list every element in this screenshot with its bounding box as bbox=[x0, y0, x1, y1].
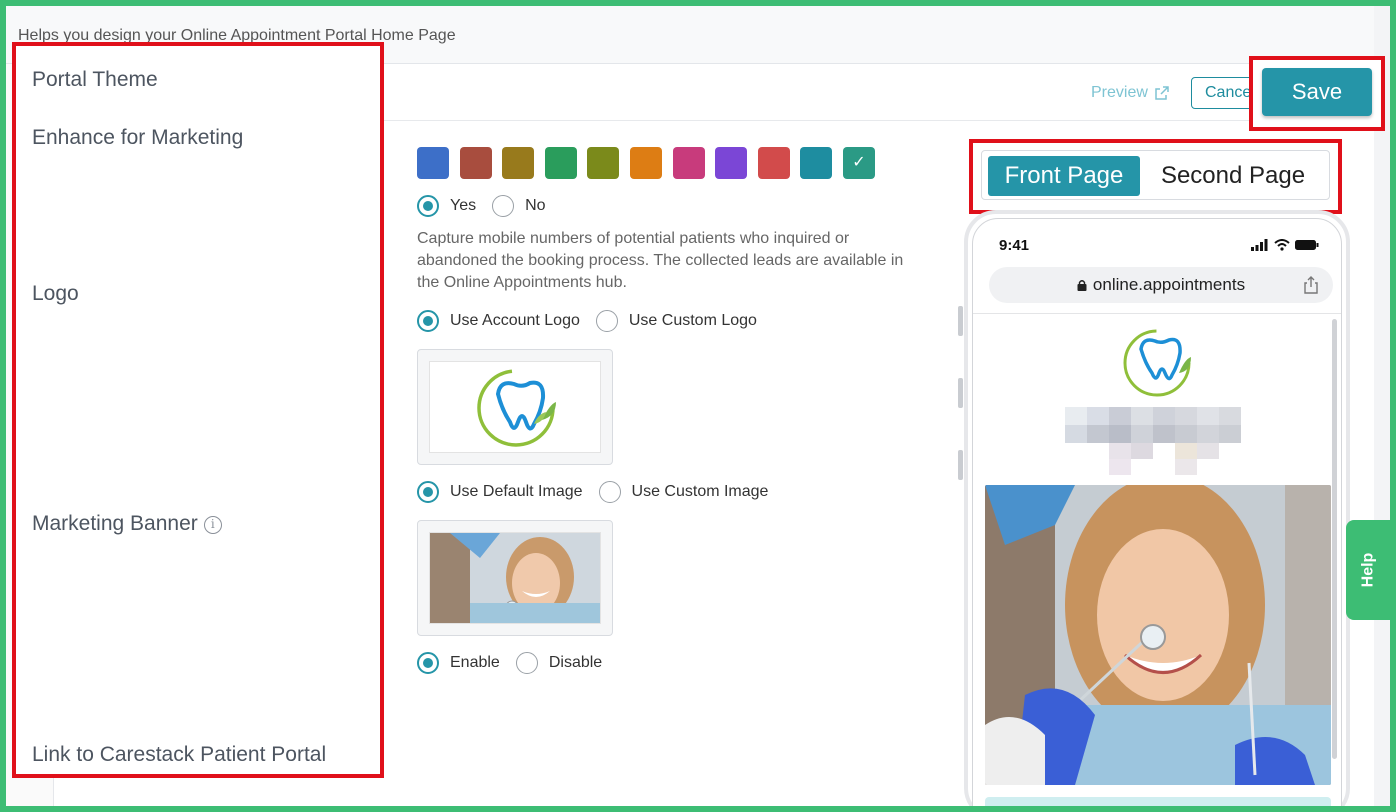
enhance-no-option[interactable]: No bbox=[492, 195, 546, 217]
theme-swatch[interactable] bbox=[715, 147, 748, 179]
app-window: Helps you design your Online Appointment… bbox=[6, 6, 1390, 806]
theme-swatches: ✓ bbox=[417, 147, 875, 179]
section-labels-column: Portal Theme Enhance for Marketing Logo … bbox=[12, 42, 384, 778]
enhance-yes-radio[interactable] bbox=[417, 195, 439, 217]
phone-screen: 9:41 online.appointments bbox=[972, 218, 1342, 806]
theme-swatch[interactable] bbox=[502, 147, 535, 179]
portal-theme-label: Portal Theme bbox=[32, 68, 158, 91]
tab-front-page[interactable]: Front Page bbox=[988, 156, 1140, 196]
theme-swatch[interactable] bbox=[800, 147, 833, 179]
custom-logo-option[interactable]: Use Custom Logo bbox=[595, 310, 757, 332]
preview-link[interactable]: Preview bbox=[1091, 84, 1170, 102]
disable-option[interactable]: Disable bbox=[515, 652, 603, 674]
portal-link-radio-group: Enable Disable bbox=[417, 652, 618, 674]
banner-preview bbox=[429, 532, 601, 624]
tab-second-page[interactable]: Second Page bbox=[1148, 156, 1318, 196]
custom-image-radio[interactable] bbox=[598, 481, 621, 503]
custom-logo-label: Use Custom Logo bbox=[628, 312, 757, 329]
patient-portal-link-label: Link to Carestack Patient Portal bbox=[32, 743, 327, 766]
enhance-yes-option[interactable]: Yes bbox=[417, 195, 476, 217]
info-icon[interactable]: i bbox=[203, 516, 222, 534]
phone-tooth-logo-icon bbox=[1123, 329, 1191, 397]
url-text: online.appointments bbox=[1092, 275, 1246, 294]
help-tab[interactable]: Help bbox=[1346, 520, 1390, 620]
save-highlight: Save bbox=[1249, 56, 1385, 131]
enhance-no-radio[interactable] bbox=[492, 195, 515, 217]
status-time: 9:41 bbox=[999, 237, 1030, 254]
lock-icon bbox=[1077, 280, 1087, 291]
disable-radio[interactable] bbox=[515, 652, 538, 674]
banner-radio-group: Use Default Image Use Custom Image bbox=[417, 481, 784, 503]
tooth-logo-icon bbox=[477, 369, 556, 447]
theme-swatch[interactable] bbox=[672, 147, 705, 179]
phone-banner-image bbox=[985, 485, 1331, 785]
theme-swatch[interactable] bbox=[757, 147, 790, 179]
logo-preview-card bbox=[417, 349, 613, 465]
enable-option[interactable]: Enable bbox=[417, 652, 500, 674]
signal-icon bbox=[1251, 239, 1268, 251]
enhance-description: Capture mobile numbers of potential pati… bbox=[417, 230, 904, 291]
default-image-label: Use Default Image bbox=[450, 483, 583, 500]
custom-logo-radio[interactable] bbox=[595, 310, 618, 332]
logo-radio-group: Use Account Logo Use Custom Logo bbox=[417, 310, 773, 332]
dental-patient-photo bbox=[985, 485, 1331, 785]
enhance-marketing-label: Enhance for Marketing bbox=[32, 126, 244, 149]
theme-swatch[interactable] bbox=[459, 147, 492, 179]
phone-side-button bbox=[958, 378, 963, 408]
default-image-option[interactable]: Use Default Image bbox=[417, 481, 583, 503]
external-link-icon bbox=[1155, 86, 1169, 100]
marketing-banner-text: Marketing Banner bbox=[32, 512, 198, 535]
phone-scrollbar[interactable] bbox=[1332, 319, 1337, 759]
theme-swatch[interactable] bbox=[544, 147, 577, 179]
save-button[interactable]: Save bbox=[1262, 68, 1372, 116]
phone-preview: 9:41 online.appointments bbox=[964, 210, 1350, 806]
status-icons bbox=[1251, 239, 1319, 251]
account-logo-option[interactable]: Use Account Logo bbox=[417, 310, 580, 332]
blurred-practice-name bbox=[1065, 407, 1241, 475]
preview-label: Preview bbox=[1091, 84, 1148, 101]
enable-label: Enable bbox=[450, 654, 500, 671]
preview-tabs: Front Page Second Page bbox=[981, 150, 1330, 200]
logo-preview bbox=[429, 361, 601, 453]
theme-swatch[interactable] bbox=[587, 147, 620, 179]
actions-divider bbox=[384, 120, 1374, 121]
share-icon[interactable] bbox=[1303, 276, 1319, 294]
disable-label: Disable bbox=[548, 654, 603, 671]
logo-label: Logo bbox=[32, 282, 79, 305]
theme-swatch[interactable] bbox=[417, 147, 449, 179]
banner-preview-card bbox=[417, 520, 613, 636]
check-icon: ✓ bbox=[852, 154, 866, 171]
custom-image-option[interactable]: Use Custom Image bbox=[598, 481, 769, 503]
account-logo-label: Use Account Logo bbox=[450, 312, 580, 329]
theme-swatch[interactable] bbox=[629, 147, 662, 179]
default-image-radio[interactable] bbox=[417, 481, 439, 503]
theme-swatch[interactable]: ✓ bbox=[842, 147, 875, 179]
custom-image-label: Use Custom Image bbox=[631, 483, 769, 500]
battery-icon bbox=[1295, 240, 1319, 250]
account-logo-radio[interactable] bbox=[417, 310, 439, 332]
banner-photo-thumbnail bbox=[430, 533, 600, 623]
preview-tabs-highlight: Front Page Second Page bbox=[969, 139, 1342, 214]
enhance-yes-label: Yes bbox=[450, 197, 477, 214]
help-label: Help bbox=[1358, 552, 1376, 588]
enhance-no-label: No bbox=[525, 197, 546, 214]
enhance-radio-group: Yes No bbox=[417, 195, 562, 217]
phone-action-strip bbox=[985, 797, 1331, 806]
phone-header-divider bbox=[973, 313, 1341, 314]
wifi-icon bbox=[1274, 239, 1290, 251]
phone-side-button bbox=[958, 450, 963, 480]
marketing-banner-label: Marketing Banner i bbox=[32, 512, 222, 536]
url-bar[interactable]: online.appointments bbox=[989, 267, 1333, 303]
enable-radio[interactable] bbox=[417, 652, 439, 674]
phone-side-button bbox=[958, 306, 963, 336]
